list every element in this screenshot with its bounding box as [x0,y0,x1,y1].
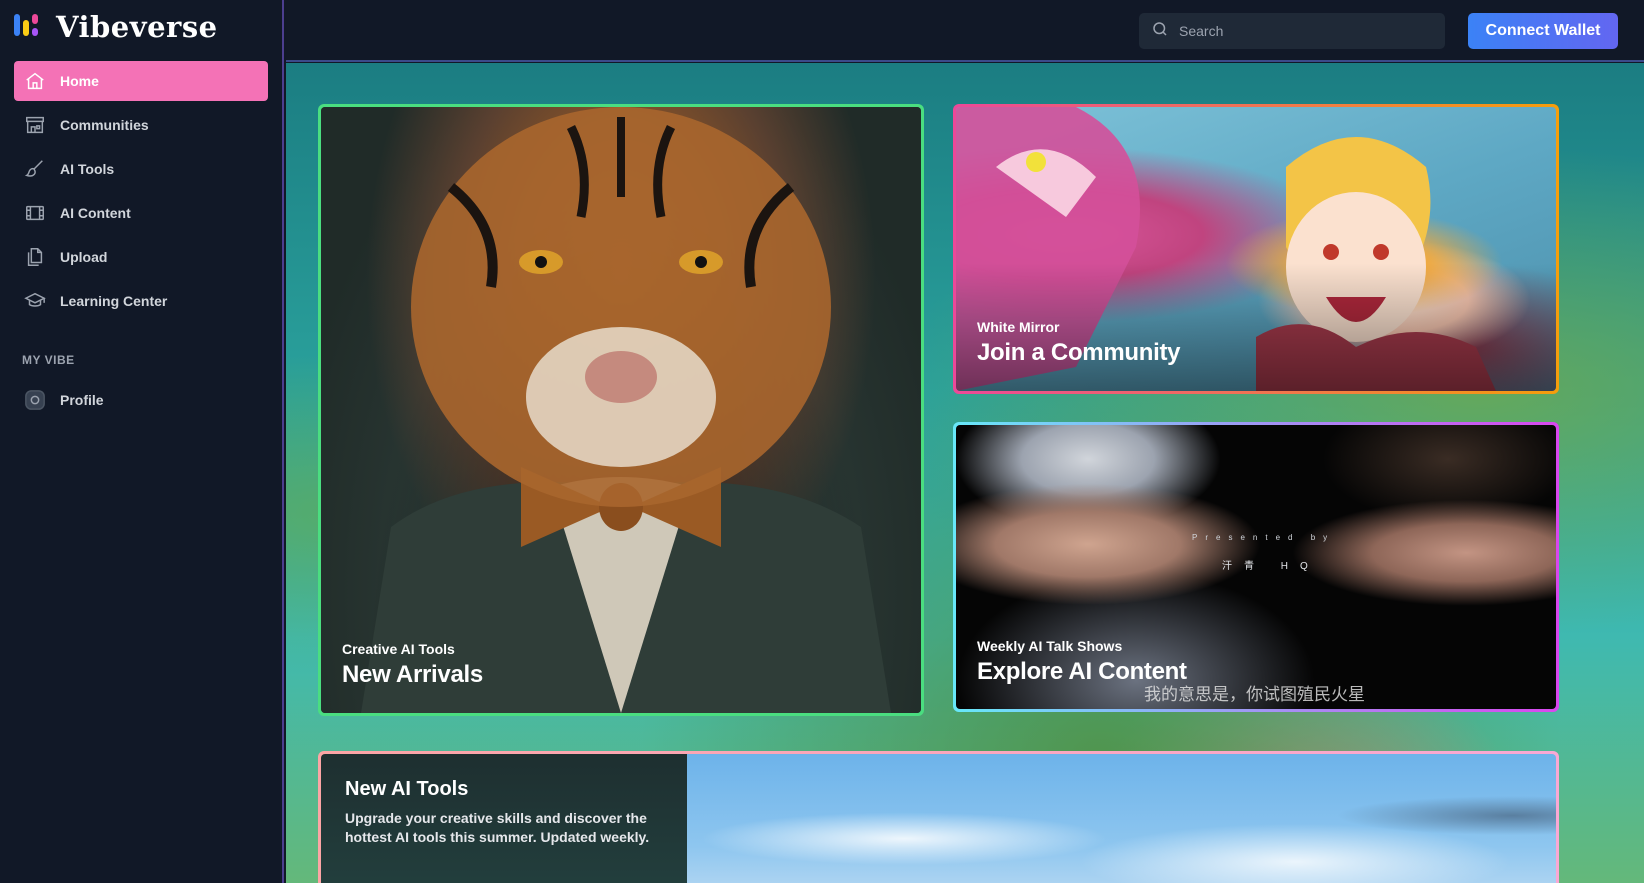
logo-mark-icon [14,12,48,42]
sidebar-item-ai-content[interactable]: AI Content [14,193,268,233]
main-content: Creative AI Tools New Arrivals White Mir… [286,63,1644,883]
my-vibe-nav: Profile [14,380,268,424]
home-icon [24,70,46,92]
connect-wallet-button[interactable]: Connect Wallet [1468,13,1618,49]
card-subtitle: Weekly AI Talk Shows [977,638,1123,654]
card-title: Explore AI Content [977,658,1187,685]
graduation-cap-icon [24,290,46,312]
profile-icon [24,389,46,411]
card-explore-ai-content[interactable]: Presented by 汗青 HQ 我的意思是，你试图殖民火星 Weekly … [953,422,1559,712]
card-join-community[interactable]: White Mirror Join a Community [953,104,1559,394]
sidebar-item-ai-tools[interactable]: AI Tools [14,149,268,189]
sidebar-item-label: AI Content [60,205,131,221]
card-image-tiger [321,107,921,713]
card-caption: Weekly AI Talk Shows Explore AI Content [977,638,1187,686]
logo-text: Vibeverse [56,10,218,44]
video-overlay-brand: 汗青 HQ [1222,561,1320,572]
card-image-sky [687,754,1556,883]
card-subtitle: Creative AI Tools [342,641,455,657]
logo[interactable]: Vibeverse [14,10,218,44]
document-copy-icon [24,246,46,268]
sidebar-item-label: Profile [60,392,104,408]
section-title-my-vibe: MY VIBE [22,353,75,367]
card-caption: Creative AI Tools New Arrivals [342,641,483,689]
card-title: Join a Community [977,339,1181,366]
sidebar-item-label: Communities [60,117,149,133]
search-box[interactable] [1139,13,1445,49]
film-icon [24,202,46,224]
sidebar-item-label: Learning Center [60,293,168,309]
paintbrush-icon [24,158,46,180]
sidebar-item-upload[interactable]: Upload [14,237,268,277]
sidebar: Vibeverse Home Communities AI Tools AI C… [0,0,284,883]
card-description: Upgrade your creative skills and discove… [345,810,650,845]
storefront-icon [24,114,46,136]
card-subtitle: White Mirror [977,319,1060,335]
sidebar-item-profile[interactable]: Profile [14,380,268,420]
main-nav: Home Communities AI Tools AI Content Upl… [14,61,268,325]
top-bar: Connect Wallet [286,0,1644,62]
sidebar-item-label: Home [60,73,99,89]
card-new-ai-tools[interactable]: New AI Tools Upgrade your creative skill… [318,751,1559,883]
tiger-illustration [361,107,891,713]
video-overlay-presented: Presented by [1192,533,1336,542]
search-icon [1151,20,1169,43]
sidebar-item-label: Upload [60,249,108,265]
sidebar-item-home[interactable]: Home [14,61,268,101]
card-title: New Arrivals [342,661,483,688]
sidebar-item-label: AI Tools [60,161,115,177]
card-new-arrivals[interactable]: Creative AI Tools New Arrivals [318,104,924,716]
card-text-panel: New AI Tools Upgrade your creative skill… [321,754,687,883]
sidebar-item-learning-center[interactable]: Learning Center [14,281,268,321]
card-title: New AI Tools [345,778,469,800]
card-caption: White Mirror Join a Community [977,319,1181,367]
search-input[interactable] [1179,23,1419,39]
sidebar-item-communities[interactable]: Communities [14,105,268,145]
